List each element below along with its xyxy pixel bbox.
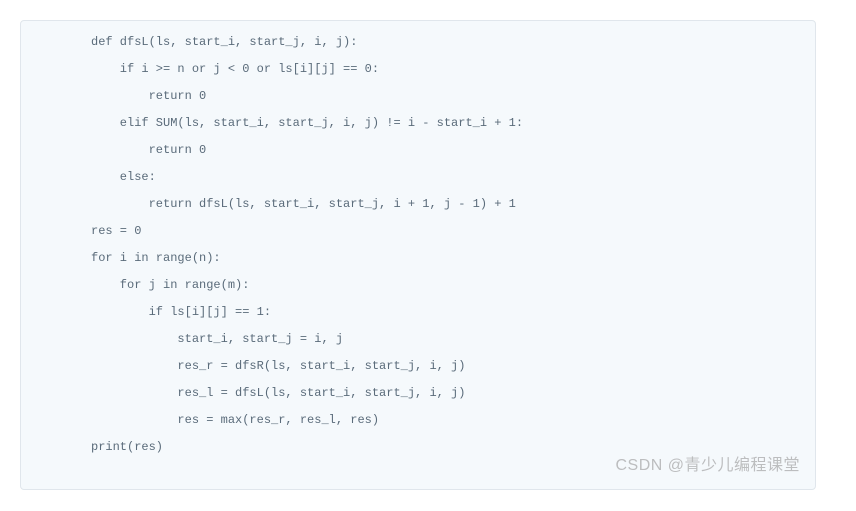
code-line: res_r = dfsR(ls, start_i, start_j, i, j) <box>21 353 815 380</box>
code-lines: def dfsL(ls, start_i, start_j, i, j): if… <box>21 29 815 461</box>
code-line: elif SUM(ls, start_i, start_j, i, j) != … <box>21 110 815 137</box>
code-line: res = 0 <box>21 218 815 245</box>
code-line: def dfsL(ls, start_i, start_j, i, j): <box>21 29 815 56</box>
code-line: for i in range(n): <box>21 245 815 272</box>
code-block: def dfsL(ls, start_i, start_j, i, j): if… <box>20 20 816 490</box>
code-line: res_l = dfsL(ls, start_i, start_j, i, j) <box>21 380 815 407</box>
code-line: if ls[i][j] == 1: <box>21 299 815 326</box>
code-line: start_i, start_j = i, j <box>21 326 815 353</box>
code-line: return dfsL(ls, start_i, start_j, i + 1,… <box>21 191 815 218</box>
code-line: return 0 <box>21 83 815 110</box>
code-line: return 0 <box>21 137 815 164</box>
code-line: res = max(res_r, res_l, res) <box>21 407 815 434</box>
code-line: for j in range(m): <box>21 272 815 299</box>
watermark-text: CSDN @青少儿编程课堂 <box>615 452 800 479</box>
code-line: if i >= n or j < 0 or ls[i][j] == 0: <box>21 56 815 83</box>
code-line: else: <box>21 164 815 191</box>
